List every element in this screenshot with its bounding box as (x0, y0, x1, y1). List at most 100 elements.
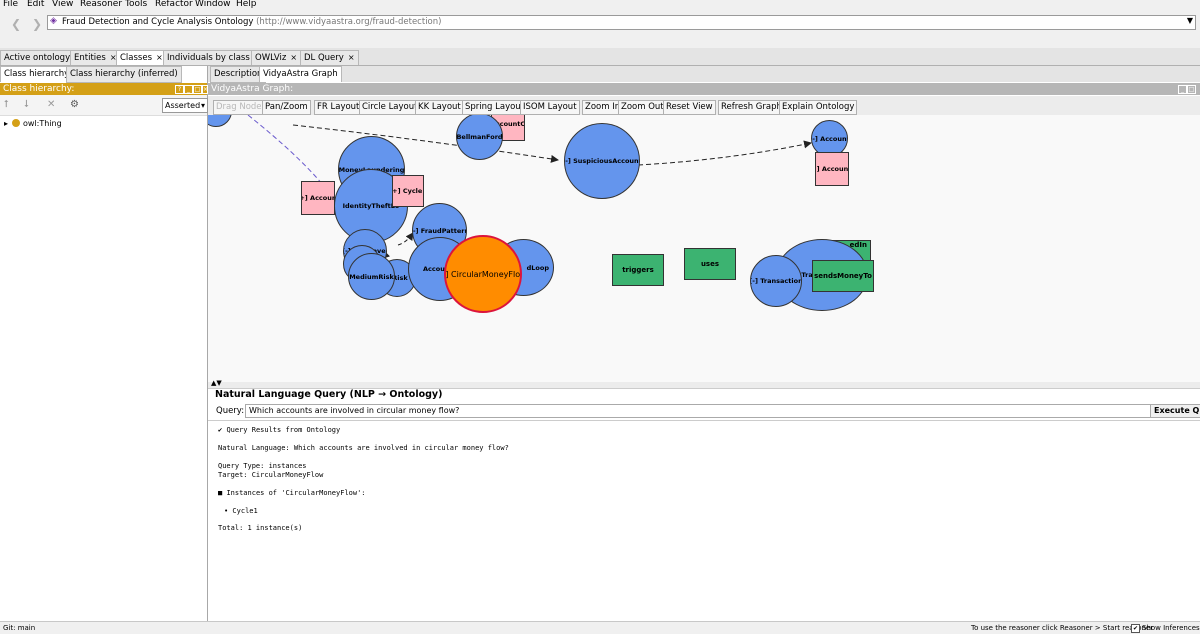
nlq-heading: Natural Language Query (NLP → Ontology) (215, 389, 443, 400)
subtab-class-hierarchy[interactable]: Class hierarchy (0, 66, 74, 82)
graph-node-uses[interactable]: uses (684, 248, 736, 280)
tab-classes[interactable]: Classes × (116, 50, 167, 65)
panel-title: Class hierarchy: (3, 84, 75, 94)
class-hierarchy-panel: Class hierarchy Class hierarchy (inferre… (0, 66, 208, 621)
results-item: • Cycle1 (224, 507, 258, 515)
edge (247, 115, 324, 186)
circle-layout-button[interactable]: Circle Layout (359, 100, 421, 115)
execute-query-button[interactable]: Execute Query (1150, 404, 1200, 418)
results-total: Total: 1 instance(s) (218, 524, 303, 532)
fr-layout-button[interactable]: FR Layout (314, 100, 363, 115)
graph-node-accountf[interactable]: [+] AccountF (815, 152, 849, 186)
edge (637, 140, 812, 166)
hierarchy-toolbar: ⭡ ⭣ ✕ ⚙ Asserted ▾ (0, 95, 208, 116)
graph-node-triggers[interactable]: triggers (612, 254, 664, 286)
subtab-vidyaastra-graph[interactable]: VidyaAstra Graph (259, 66, 342, 82)
asserted-label: Asserted (165, 101, 201, 110)
panel-title: VidyaAstra Graph: (211, 84, 294, 94)
query-input[interactable]: Which accounts are involved in circular … (245, 404, 1151, 418)
graph-node-suspiciousaccount[interactable]: [-] SuspiciousAccount (564, 123, 640, 199)
menu-reasoner[interactable]: Reasoner (80, 0, 122, 9)
help-icon[interactable]: ? (175, 85, 184, 94)
graph-node-circularmoneyflow[interactable]: [-] CircularMoneyFlow (444, 235, 522, 313)
git-branch: Git: main (3, 624, 36, 632)
graph-node-bellmanford[interactable]: BellmanFord (456, 115, 503, 160)
results-query-type: Query Type: instances (218, 462, 307, 470)
chevron-down-icon: ▾ (200, 101, 205, 110)
graph-node-account[interactable]: [+] Account (301, 181, 335, 215)
natural-language-query-panel: Natural Language Query (NLP → Ontology) … (208, 388, 1200, 622)
menu-view[interactable]: View (52, 0, 73, 9)
chevron-down-icon[interactable]: ▼ (1187, 16, 1193, 25)
reset-view-button[interactable]: Reset View (663, 100, 716, 115)
graph-node-transaction[interactable]: [-] Transaction (750, 255, 802, 307)
edge (397, 232, 414, 246)
explain-ontology-button[interactable]: Explain Ontology (779, 100, 858, 115)
graph-node-mediumrisk[interactable]: MediumRisk (348, 253, 395, 300)
forward-arrow-icon[interactable]: ❯ (32, 17, 42, 31)
tab-label: DL Query (304, 53, 344, 63)
results-header: Query Results from Ontology (226, 426, 341, 434)
query-label: Query: (216, 406, 245, 416)
menu-help[interactable]: Help (236, 0, 257, 9)
isom-layout-button[interactable]: ISOM Layout (520, 100, 580, 115)
menu-window[interactable]: Window (195, 0, 231, 9)
expand-arrow-icon[interactable]: ▸ (4, 119, 8, 128)
main-tabs: Active ontology× Entities× Classes× Indi… (0, 48, 1200, 66)
show-inferences-checkbox[interactable]: ✔ (1131, 624, 1140, 633)
delete-class-icon[interactable]: ✕ (47, 99, 55, 110)
check-icon: ✔ (218, 426, 223, 434)
results-instances-of: Instances of 'CircularMoneyFlow': (226, 489, 366, 497)
tree-node-label: owl:Thing (23, 119, 62, 128)
ontology-icon: ◈ (50, 16, 57, 26)
close-icon[interactable]: × (348, 53, 355, 62)
collapse-arrows-icon[interactable]: ▲▼ (211, 379, 222, 387)
vidyaastra-graph-title-bar: VidyaAstra Graph: _ □ (208, 83, 1200, 95)
minimize-icon[interactable]: _ (184, 85, 193, 94)
tab-individuals-by-class[interactable]: Individuals by class× (163, 50, 265, 65)
zoom-out-button[interactable]: Zoom Out (618, 100, 667, 115)
show-inferences-label: Show Inferences (1142, 624, 1200, 632)
right-subtabs: Description VidyaAstra Graph (208, 66, 1200, 83)
refresh-graph-button[interactable]: Refresh Graph (718, 100, 785, 115)
add-sibling-icon[interactable]: ⭣ (24, 99, 29, 110)
query-results: ✔ Query Results from Ontology Natural La… (208, 420, 1200, 623)
asserted-dropdown[interactable]: Asserted ▾ (162, 98, 208, 113)
menu-refactor[interactable]: Refactor (155, 0, 193, 9)
zoom-in-button[interactable]: Zoom In (582, 100, 624, 115)
kk-layout-button[interactable]: KK Layout (415, 100, 464, 115)
menu-edit[interactable]: Edit (27, 0, 44, 9)
tab-entities[interactable]: Entities × (70, 50, 121, 65)
status-bar: Git: main To use the reasoner click Reas… (0, 621, 1200, 634)
spring-layout-button[interactable]: Spring Layout (462, 100, 528, 115)
graph-node-sendsmoneyto[interactable]: sendsMoneyTo (812, 260, 874, 292)
maximize-icon[interactable]: □ (193, 85, 202, 94)
menu-tools[interactable]: Tools (125, 0, 147, 9)
back-arrow-icon[interactable]: ❮ (11, 17, 21, 31)
add-subclass-icon[interactable]: ⭡ (4, 99, 9, 110)
tab-label: Individuals by class (167, 53, 250, 63)
results-target: Target: CircularMoneyFlow (218, 471, 324, 479)
minimize-icon[interactable]: _ (1178, 85, 1187, 94)
drag-nodes-button[interactable]: Drag Nodes (213, 100, 269, 115)
results-nl: Natural Language: Which accounts are inv… (218, 444, 509, 452)
close-icon[interactable]: × (156, 53, 163, 62)
subtab-description[interactable]: Description (210, 66, 267, 83)
tree-node-owl-thing[interactable]: ▸ owl:Thing (4, 119, 62, 129)
pan-zoom-button[interactable]: Pan/Zoom (262, 100, 311, 115)
tab-dl-query[interactable]: DL Query × (300, 50, 359, 65)
tab-owlviz[interactable]: OWLViz × (251, 50, 302, 65)
ontology-address-bar[interactable]: ◈ Fraud Detection and Cycle Analysis Ont… (47, 15, 1196, 30)
ontology-graph-canvas[interactable]: AccountC BellmanFord [-] SuspiciousAccou… (208, 115, 1200, 382)
menu-file[interactable]: File (3, 0, 18, 9)
class-icon (12, 119, 21, 127)
graph-toolbar: Drag Nodes Pan/Zoom FR Layout Circle Lay… (208, 96, 1200, 115)
folder-icon: ■ (218, 489, 223, 497)
ontology-url: (http://www.vidyaastra.org/fraud-detecti… (256, 17, 442, 27)
reasoner-hint: To use the reasoner click Reasoner > Sta… (971, 624, 1154, 632)
close-icon[interactable]: × (290, 53, 297, 62)
settings-icon[interactable]: ⚙ (70, 99, 79, 110)
maximize-icon[interactable]: □ (1187, 85, 1196, 94)
graph-node-cycle1[interactable]: [+] Cycle1 (392, 175, 424, 207)
subtab-class-hierarchy-inferred[interactable]: Class hierarchy (inferred) (66, 66, 182, 83)
